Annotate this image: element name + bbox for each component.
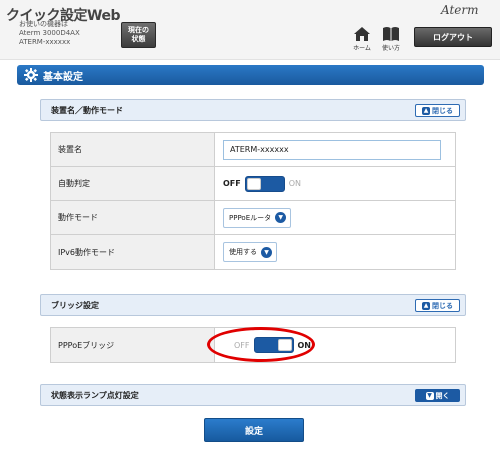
row-label: PPPoEブリッジ — [51, 328, 215, 362]
select-value: PPPoEルータ — [229, 213, 272, 222]
operation-mode-select[interactable]: PPPoEルータ ▼ — [223, 207, 292, 228]
current-status-label: 現在の 状態 — [128, 26, 149, 43]
chevron-up-icon: ▲ — [422, 301, 430, 310]
apply-settings-button[interactable]: 設定 — [204, 418, 304, 442]
book-icon — [383, 27, 399, 41]
home-icon — [354, 27, 370, 41]
gear-icon — [24, 68, 38, 82]
panel-lamp-title: 状態表示ランプ点灯設定 — [51, 391, 139, 400]
device-info: お使いの機器は Aterm 3000D4AX ATERM-xxxxxx — [19, 20, 80, 47]
table-row: IPv6動作モード 使用する ▼ — [51, 235, 455, 269]
device-caption: お使いの機器は — [19, 20, 68, 28]
select-value: 使用する — [229, 248, 257, 256]
section-title: 基本設定 — [43, 71, 83, 83]
home-button[interactable]: ホーム — [348, 26, 376, 52]
chevron-down-icon: ▼ — [425, 391, 434, 400]
panel-lamp-open-button[interactable]: ▼ 開く — [415, 389, 460, 402]
panel-device-title: 装置名／動作モード — [51, 106, 123, 115]
device-settings-table: 装置名 ATERM-xxxxxx 自動判定 OFF ON 動作モード PPPoE… — [50, 132, 456, 270]
panel-bridge-header: ブリッジ設定 ▲ 閉じる — [40, 294, 466, 316]
chevron-down-icon: ▼ — [275, 212, 287, 223]
brand-logo: Aterm — [441, 3, 479, 17]
table-row: 装置名 ATERM-xxxxxx — [51, 133, 455, 167]
device-name: ATERM-xxxxxx — [19, 38, 71, 46]
device-name-input[interactable]: ATERM-xxxxxx — [223, 139, 441, 160]
switch-knob — [246, 177, 261, 190]
row-label: 自動判定 — [51, 167, 215, 200]
close-label: 閉じる — [432, 106, 453, 115]
row-label: 動作モード — [51, 201, 215, 234]
row-label: 装置名 — [51, 133, 215, 166]
auto-detect-switch[interactable]: OFF ON — [223, 175, 302, 192]
ipv6-mode-select[interactable]: 使用する ▼ — [223, 242, 277, 262]
current-status-button[interactable]: 現在の 状態 — [121, 22, 156, 48]
guide-button[interactable]: 使い方 — [377, 26, 405, 52]
row-label: IPv6動作モード — [51, 235, 215, 269]
panel-bridge-close-button[interactable]: ▲ 閉じる — [415, 299, 460, 312]
table-row: 動作モード PPPoEルータ ▼ — [51, 201, 455, 235]
panel-device-header: 装置名／動作モード ▲ 閉じる — [40, 99, 466, 121]
logout-button[interactable]: ログアウト — [414, 27, 492, 47]
chevron-down-icon: ▼ — [261, 246, 272, 258]
home-label: ホーム — [353, 45, 371, 52]
switch-track — [244, 175, 285, 192]
top-header: クイック設定Web お使いの機器は Aterm 3000D4AX ATERM-x… — [0, 0, 500, 60]
panel-bridge-title: ブリッジ設定 — [51, 301, 99, 310]
highlight-annotation — [207, 327, 315, 362]
section-header: 基本設定 — [17, 65, 484, 85]
chevron-up-icon: ▲ — [422, 106, 430, 115]
open-label: 開く — [435, 391, 450, 400]
panel-device-close-button[interactable]: ▲ 閉じる — [415, 104, 460, 117]
device-model: Aterm 3000D4AX — [19, 29, 80, 37]
table-row: 自動判定 OFF ON — [51, 167, 455, 201]
switch-off-label: OFF — [223, 179, 241, 188]
close-label: 閉じる — [432, 301, 453, 310]
panel-lamp-header: 状態表示ランプ点灯設定 ▼ 開く — [40, 384, 466, 406]
switch-on-label: ON — [288, 179, 302, 188]
guide-label: 使い方 — [381, 45, 400, 52]
